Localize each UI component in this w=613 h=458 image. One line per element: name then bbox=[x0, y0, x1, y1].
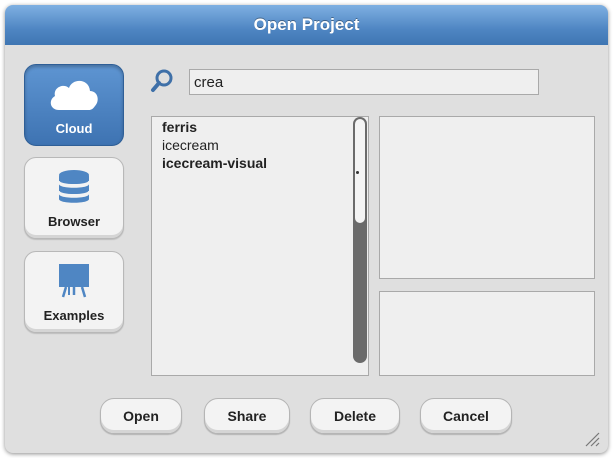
dialog-title: Open Project bbox=[253, 15, 360, 34]
browser-source-label: Browser bbox=[47, 214, 101, 229]
open-button[interactable]: Open bbox=[100, 398, 182, 434]
cloud-source-button[interactable]: Cloud bbox=[24, 64, 124, 146]
open-project-dialog: Open Project Cloud Browser Examples crea… bbox=[5, 5, 608, 453]
list-item[interactable]: icecream-visual bbox=[152, 154, 368, 172]
database-icon bbox=[57, 166, 91, 208]
project-list[interactable]: ferris icecream icecream-visual bbox=[151, 116, 369, 376]
project-list-scrollbar[interactable] bbox=[353, 117, 367, 363]
project-notes bbox=[379, 291, 595, 376]
scrollbar-thumb[interactable] bbox=[355, 119, 365, 223]
browser-source-button[interactable]: Browser bbox=[24, 157, 124, 239]
cancel-button[interactable]: Cancel bbox=[420, 398, 512, 434]
search-input[interactable] bbox=[189, 69, 539, 95]
examples-source-label: Examples bbox=[43, 308, 105, 323]
project-thumbnail bbox=[379, 116, 595, 279]
share-button[interactable]: Share bbox=[204, 398, 290, 434]
delete-button[interactable]: Delete bbox=[310, 398, 400, 434]
list-item[interactable]: ferris bbox=[152, 118, 368, 136]
dialog-titlebar[interactable]: Open Project bbox=[5, 5, 608, 45]
easel-icon bbox=[54, 260, 94, 302]
cloud-source-label: Cloud bbox=[55, 121, 93, 136]
list-item[interactable]: icecream bbox=[152, 136, 368, 154]
search-icon bbox=[150, 68, 174, 94]
cloud-icon bbox=[47, 73, 101, 115]
resize-handle-icon[interactable] bbox=[584, 431, 600, 447]
examples-source-button[interactable]: Examples bbox=[24, 251, 124, 333]
